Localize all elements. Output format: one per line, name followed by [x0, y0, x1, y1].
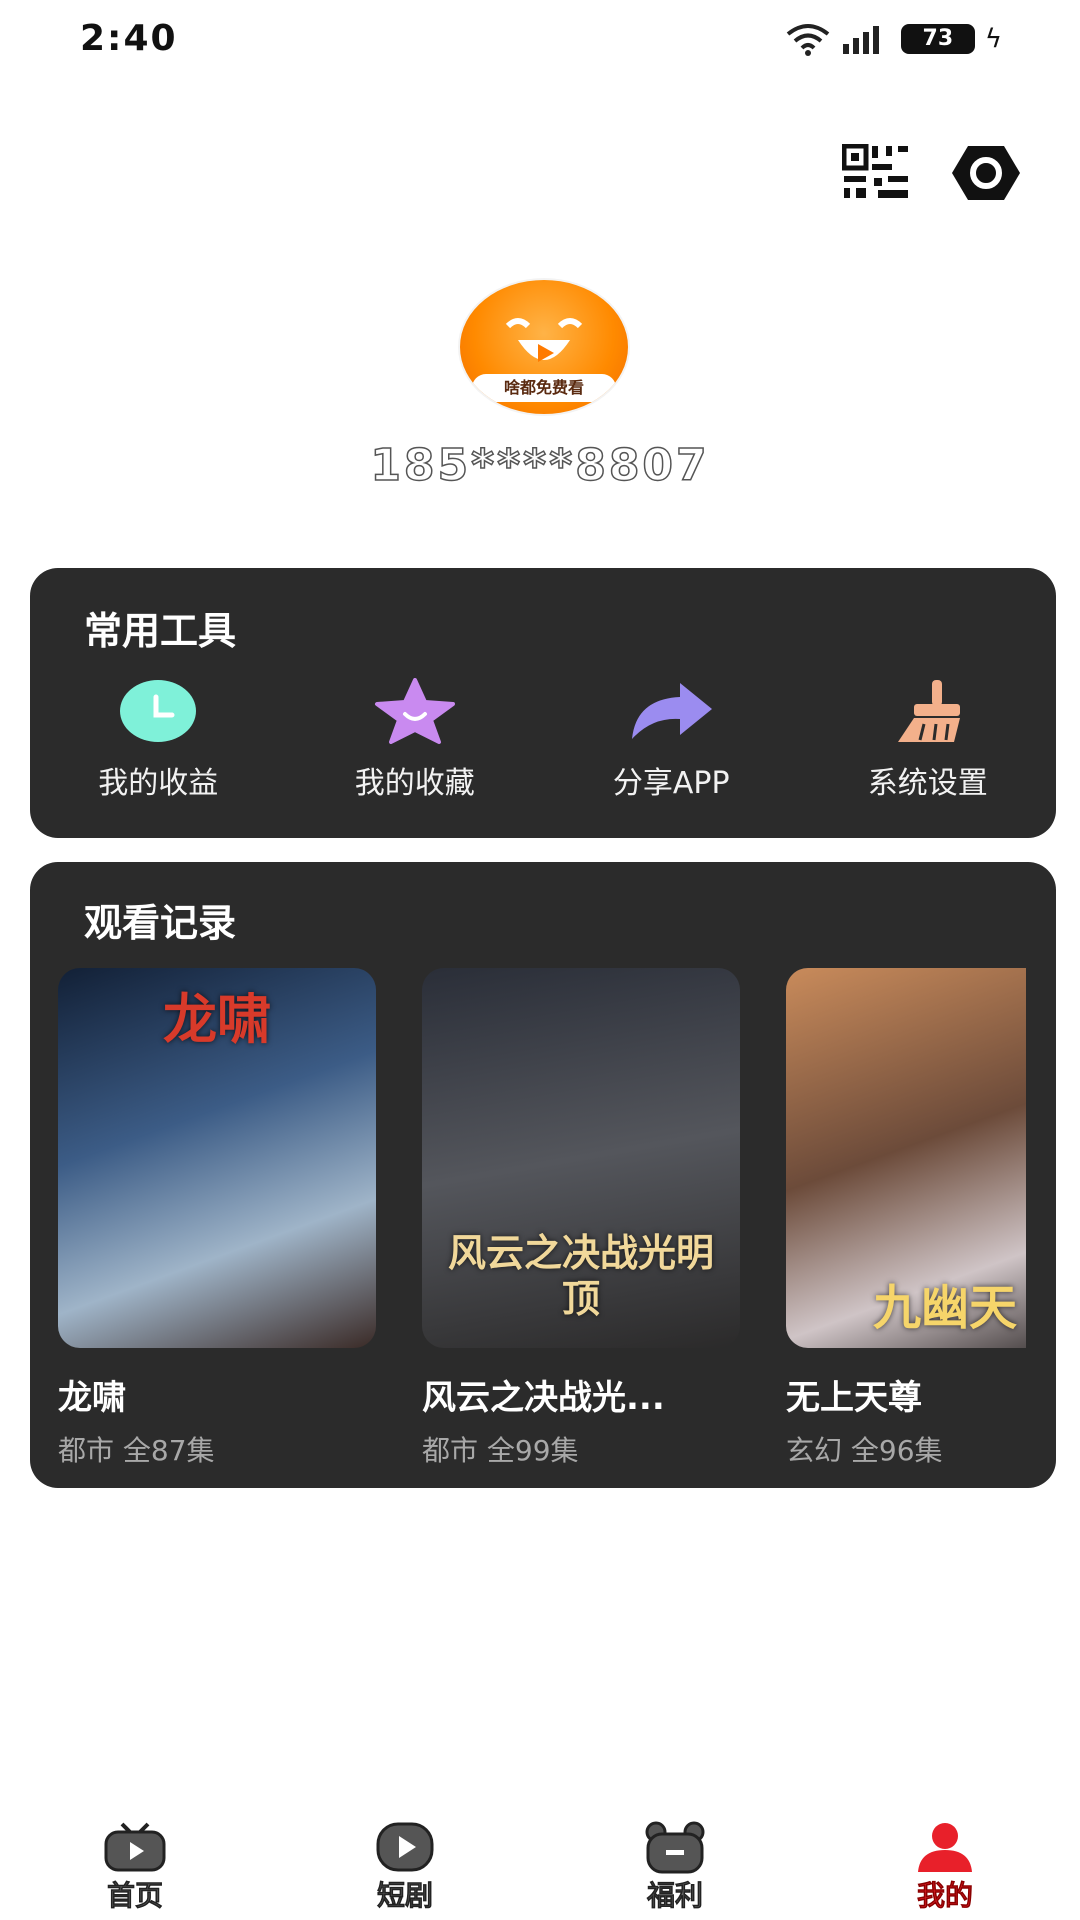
history-item[interactable]: 风云之决战光明顶 风云之决战光... 都市 全99集 — [422, 968, 740, 1468]
gift-face-icon — [645, 1821, 705, 1874]
star-icon — [374, 678, 455, 744]
avatar[interactable]: 啥都免费看 — [458, 278, 630, 416]
bottom-navigation: 首页 短剧 福利 我的 — [0, 1820, 1080, 1920]
tool-system-settings[interactable]: 系统设置 — [828, 676, 1028, 802]
tv-play-icon — [104, 1822, 166, 1872]
user-phone-number: 185****8807 — [370, 439, 710, 492]
share-arrow-icon — [632, 683, 713, 739]
item-meta: 玄幻 全96集 — [786, 1434, 943, 1467]
tool-share-app[interactable]: 分享APP — [571, 676, 771, 802]
history-item[interactable]: 龙啸 龙啸 都市 全87集 — [58, 968, 376, 1468]
tool-label: 我的收益 — [98, 766, 219, 801]
nav-mine[interactable]: 我的 — [865, 1820, 1025, 1914]
item-title: 龙啸 — [58, 1378, 126, 1418]
poster-image: 风云之决战光明顶 — [422, 968, 740, 1348]
tool-label: 系统设置 — [867, 766, 988, 801]
tool-my-earnings[interactable]: 我的收益 — [58, 676, 258, 802]
avatar-caption: 啥都免费看 — [472, 374, 616, 402]
battery-indicator: 73 — [900, 24, 975, 54]
nav-label: 福利 — [646, 1879, 704, 1913]
item-meta: 都市 全99集 — [422, 1434, 579, 1467]
broom-icon — [897, 680, 960, 742]
hexagon-settings-icon — [952, 146, 1020, 200]
user-icon — [918, 1823, 972, 1872]
qr-code-button[interactable] — [841, 143, 912, 200]
poster-image: 龙啸 — [58, 968, 376, 1348]
poster-title: 龙啸 — [163, 988, 271, 1051]
clock-icon — [120, 680, 197, 742]
poster-title: 风云之决战光明顶 — [447, 1231, 714, 1321]
settings-button[interactable] — [950, 144, 1022, 202]
history-title: 观看记录 — [84, 901, 237, 945]
poster-image: 九幽天 — [786, 968, 1026, 1348]
nav-home[interactable]: 首页 — [55, 1820, 215, 1914]
nav-short-drama[interactable]: 短剧 — [325, 1820, 485, 1914]
item-meta: 都市 全87集 — [58, 1434, 215, 1467]
nav-welfare[interactable]: 福利 — [595, 1820, 755, 1914]
charging-icon: ϟ — [984, 24, 1002, 54]
common-tools-card: 常用工具 我的收益 我的收藏 分享APP 系统设置 — [30, 568, 1056, 838]
item-title: 无上天尊 — [786, 1378, 922, 1418]
history-list[interactable]: 龙啸 龙啸 都市 全87集 风云之决战光明顶 风云之决战光... 都市 全99集… — [58, 968, 1026, 1468]
tool-label: 分享APP — [612, 766, 730, 801]
signal-icon — [842, 26, 879, 54]
nav-label: 首页 — [106, 1879, 164, 1913]
tools-list: 我的收益 我的收藏 分享APP 系统设置 — [30, 676, 1056, 802]
status-time: 2:40 — [80, 18, 178, 59]
qr-code-icon — [841, 143, 908, 198]
nav-label: 我的 — [916, 1879, 974, 1913]
wifi-icon — [786, 24, 830, 56]
tool-label: 我的收藏 — [354, 766, 475, 801]
history-item[interactable]: 九幽天 无上天尊 玄幻 全96集 — [786, 968, 1026, 1468]
tools-title: 常用工具 — [84, 609, 237, 653]
watch-history-card: 观看记录 龙啸 龙啸 都市 全87集 风云之决战光明顶 风云之决战光... 都市… — [30, 862, 1056, 1488]
poster-title: 九幽天 — [872, 1280, 1017, 1336]
tool-my-favorites[interactable]: 我的收藏 — [315, 676, 515, 802]
nav-label: 短剧 — [376, 1879, 434, 1913]
item-title: 风云之决战光... — [422, 1378, 665, 1418]
status-icons: 73 ϟ — [785, 22, 1002, 56]
play-circle-icon — [376, 1822, 434, 1872]
